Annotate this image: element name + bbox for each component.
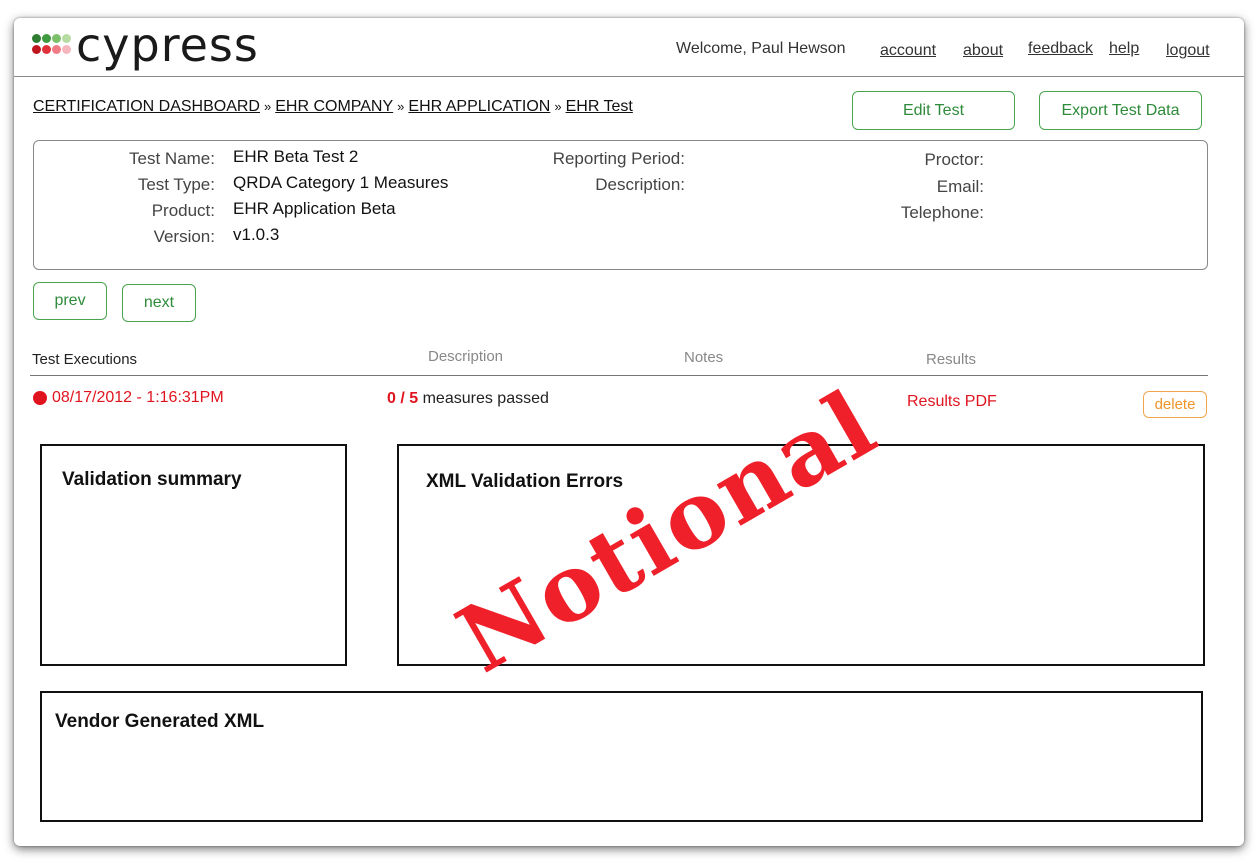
breadcrumb-separator: » (263, 99, 272, 114)
executions-divider (30, 375, 1208, 376)
vendor-generated-xml-title: Vendor Generated XML (55, 711, 265, 732)
telephone-label: Telephone: (900, 203, 984, 222)
edit-test-button[interactable]: Edit Test (852, 91, 1015, 130)
welcome-text: Welcome, Paul Hewson (676, 40, 846, 57)
test-executions-header: Test Executions (32, 351, 138, 368)
logout-link[interactable]: logout (1166, 42, 1210, 59)
test-type-value: QRDA Category 1 Measures (233, 173, 449, 192)
status-dot-icon (33, 391, 47, 405)
feedback-link[interactable]: feedback (1028, 40, 1093, 57)
validation-summary-title: Validation summary (62, 469, 242, 490)
execution-timestamp-link[interactable]: 08/17/2012 - 1:16:31PM (52, 389, 224, 407)
description-label: Description: (595, 175, 685, 194)
breadcrumb-ehr-test[interactable]: EHR Test (566, 98, 633, 115)
breadcrumb: CERTIFICATION DASHBOARD» EHR COMPANY» EHR … (33, 98, 633, 116)
breadcrumb-separator: » (554, 99, 562, 114)
version-label: Version: (153, 227, 215, 246)
breadcrumb-ehr-application[interactable]: EHR APPLICATION (408, 98, 550, 115)
breadcrumb-certification-dashboard[interactable]: CERTIFICATION DASHBOARD (33, 98, 260, 115)
breadcrumb-ehr-company[interactable]: EHR COMPANY (275, 98, 393, 115)
header-divider (14, 76, 1244, 77)
logo-dots-icon (32, 34, 72, 58)
product-label: Product: (151, 201, 215, 220)
test-name-label: Test Name: (129, 149, 215, 168)
proctor-label: Proctor: (924, 150, 984, 169)
test-name-value: EHR Beta Test 2 (233, 147, 359, 166)
description-column-header: Description (428, 348, 504, 365)
test-type-label: Test Type: (137, 175, 215, 194)
email-label: Email: (936, 177, 984, 196)
product-value: EHR Application Beta (233, 199, 396, 218)
account-link[interactable]: account (880, 42, 936, 59)
results-column-header: Results (926, 351, 977, 368)
notes-column-header: Notes (684, 349, 724, 366)
passed-suffix: measures passed (422, 390, 549, 407)
version-value: v1.0.3 (233, 225, 280, 244)
breadcrumb-separator: » (397, 99, 405, 114)
xml-validation-errors-title: XML Validation Errors (426, 471, 624, 492)
prev-button[interactable]: prev (33, 282, 107, 320)
next-button[interactable]: next (122, 284, 196, 322)
export-test-data-button[interactable]: Export Test Data (1039, 91, 1202, 130)
delete-button[interactable]: delete (1143, 391, 1207, 418)
passed-count: 0 / 5 (387, 390, 419, 407)
logo-text: cypress (76, 18, 259, 72)
about-link[interactable]: about (963, 42, 1003, 59)
results-pdf-link[interactable]: Results PDF (907, 393, 997, 411)
measures-passed-text: 0 / 5 measures passed (387, 390, 549, 408)
reporting-period-label: Reporting Period: (552, 149, 685, 168)
help-link[interactable]: help (1109, 40, 1139, 57)
